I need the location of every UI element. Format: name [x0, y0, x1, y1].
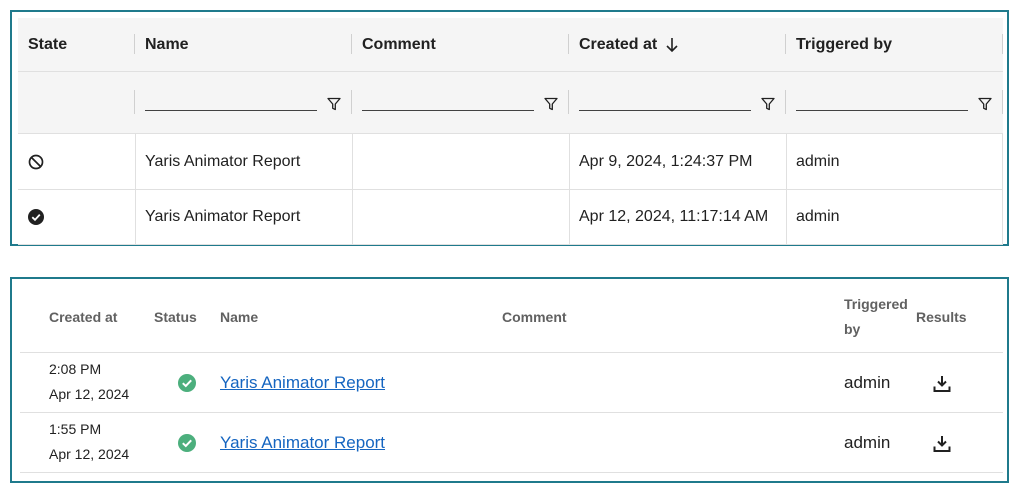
check-circle-icon [178, 434, 196, 452]
check-circle-icon [28, 208, 44, 225]
column-header-label-line: by [844, 321, 861, 337]
runs-grid-panel: State Name Comment Created at Triggered … [10, 10, 1009, 246]
list-item: 2:08 PM Apr 12, 2024 Yaris Animator Repo… [20, 353, 1003, 413]
column-header-comment: Comment [502, 309, 567, 325]
filter-cell-created-at [569, 72, 786, 133]
created-time: 2:08 PM [49, 361, 102, 377]
comment-cell [352, 189, 569, 244]
column-header-triggered-by: Triggered by [844, 292, 908, 342]
comment-filter-input[interactable] [362, 92, 534, 110]
name-cell: Yaris Animator Report [145, 152, 301, 170]
report-name-link[interactable]: Yaris Animator Report [220, 433, 385, 453]
triggered-by-cell: admin [844, 373, 891, 392]
created-date: Apr 12, 2024 [49, 446, 130, 462]
report-name-link[interactable]: Yaris Animator Report [220, 373, 385, 393]
column-header-label: Comment [362, 35, 436, 53]
column-header-label-line: Triggered [844, 296, 908, 312]
filter-icon[interactable] [327, 97, 341, 111]
filter-underline [796, 110, 968, 111]
created-date: Apr 12, 2024 [49, 386, 130, 402]
triggered-by-filter-input[interactable] [796, 92, 968, 110]
state-cell [18, 189, 135, 244]
triggered-by-cell: admin [796, 152, 840, 170]
table-row[interactable]: Yaris Animator Report Apr 12, 2024, 11:1… [18, 189, 1003, 245]
column-separator[interactable] [1002, 34, 1003, 54]
column-header-label: Name [145, 35, 189, 53]
list-header: Created at Status Name Comment Triggered… [20, 283, 1003, 353]
filter-cell-triggered-by [786, 72, 1003, 133]
arrow-down-icon[interactable] [665, 37, 679, 53]
comment-cell [352, 134, 569, 189]
state-cell [18, 134, 135, 189]
created-at-cell: 2:08 PM Apr 12, 2024 [49, 357, 129, 407]
column-separator [1002, 90, 1003, 114]
created-at-cell: Apr 12, 2024, 11:17:14 AM [579, 207, 769, 225]
created-time: 1:55 PM [49, 421, 102, 437]
column-header-state[interactable]: State [18, 18, 135, 71]
check-circle-icon [178, 374, 196, 392]
filter-underline [362, 110, 534, 111]
grid-header-row: State Name Comment Created at Triggered … [18, 18, 1003, 72]
column-header-label: Created at [579, 35, 658, 53]
name-filter-input[interactable] [145, 92, 317, 110]
created-at-filter-input[interactable] [579, 92, 751, 110]
list-item: 1:55 PM Apr 12, 2024 Yaris Animator Repo… [20, 413, 1003, 473]
filter-underline [579, 110, 751, 111]
column-header-created-at[interactable]: Created at [569, 18, 786, 71]
filter-cell-state [18, 72, 135, 133]
column-header-results: Results [916, 309, 967, 325]
filter-cell-name [135, 72, 352, 133]
column-header-comment[interactable]: Comment [352, 18, 569, 71]
download-icon[interactable] [933, 435, 951, 453]
column-header-triggered-by[interactable]: Triggered by [786, 18, 1003, 71]
column-header-label: Triggered by [796, 35, 893, 53]
runs-list: Created at Status Name Comment Triggered… [20, 283, 1003, 479]
download-icon[interactable] [933, 375, 951, 393]
column-header-created-at: Created at [49, 309, 118, 325]
grid-filter-row [18, 72, 1003, 133]
created-at-cell: Apr 9, 2024, 1:24:37 PM [579, 152, 753, 170]
cell-divider [1002, 189, 1003, 244]
blocked-icon [28, 154, 44, 169]
filter-icon[interactable] [544, 97, 558, 111]
column-header-status: Status [154, 309, 197, 325]
cell-divider [1002, 134, 1003, 189]
triggered-by-cell: admin [844, 433, 891, 452]
name-cell: Yaris Animator Report [145, 207, 301, 225]
table-row[interactable]: Yaris Animator Report Apr 9, 2024, 1:24:… [18, 134, 1003, 190]
runs-list-panel: Created at Status Name Comment Triggered… [10, 277, 1009, 483]
created-at-cell: 1:55 PM Apr 12, 2024 [49, 417, 129, 467]
runs-grid: State Name Comment Created at Triggered … [18, 18, 1003, 245]
column-header-name: Name [220, 309, 259, 325]
column-header-name[interactable]: Name [135, 18, 352, 71]
filter-underline [145, 110, 317, 111]
filter-cell-comment [352, 72, 569, 133]
grid-body: Yaris Animator Report Apr 9, 2024, 1:24:… [18, 134, 1003, 245]
grid-header: State Name Comment Created at Triggered … [18, 18, 1003, 134]
column-header-label: State [28, 35, 68, 53]
filter-icon[interactable] [978, 97, 992, 111]
filter-icon[interactable] [761, 97, 775, 111]
triggered-by-cell: admin [796, 207, 840, 225]
